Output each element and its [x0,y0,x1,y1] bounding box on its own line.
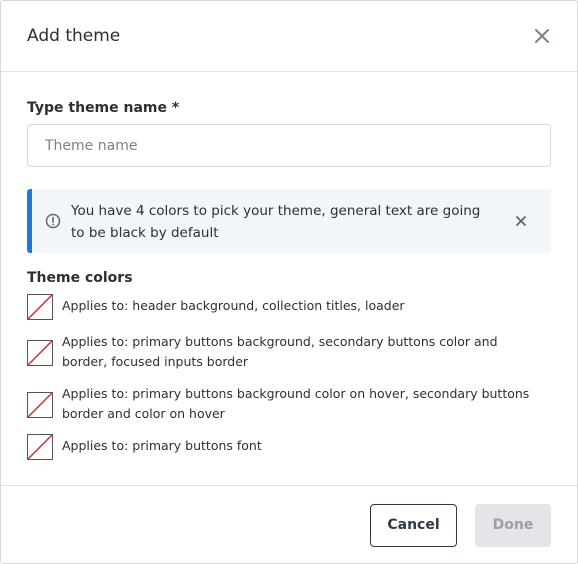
dialog-header: Add theme [1,1,577,72]
theme-color-description: Applies to: primary buttons background c… [62,386,530,421]
theme-color-description: Applies to: header background, collectio… [62,298,405,313]
theme-name-input[interactable] [27,124,551,167]
info-circle-icon [45,213,61,229]
theme-color-description: Applies to: primary buttons font [62,438,262,453]
no-color-icon [28,435,52,459]
theme-color-description: Applies to: primary buttons background, … [62,334,498,369]
theme-color-row: Applies to: primary buttons font [27,434,551,460]
theme-color-row: Applies to: header background, collectio… [27,294,551,320]
color-swatch-1[interactable] [27,294,53,320]
close-icon [535,29,549,43]
cancel-button[interactable]: Cancel [370,503,457,547]
dialog-body: Type theme name * You have 4 colors to p… [1,72,577,460]
no-color-icon [28,341,52,365]
theme-color-row: Applies to: primary buttons background c… [27,382,551,424]
info-banner: You have 4 colors to pick your theme, ge… [27,189,551,253]
no-color-icon [28,393,52,417]
theme-color-row: Applies to: primary buttons background, … [27,330,551,372]
theme-colors-label: Theme colors [27,270,133,286]
color-swatch-3[interactable] [27,392,53,418]
dialog-title: Add theme [27,26,121,46]
color-swatch-4[interactable] [27,434,53,460]
color-swatch-2[interactable] [27,340,53,366]
dialog-footer: Cancel Done [1,485,577,564]
no-color-icon [28,295,52,319]
theme-name-label: Type theme name * [27,100,180,116]
info-banner-text: You have 4 colors to pick your theme, ge… [71,203,481,241]
close-icon[interactable] [515,215,527,227]
done-button[interactable]: Done [475,503,551,547]
close-dialog-button[interactable] [533,27,551,45]
add-theme-dialog: Add theme Type theme name * You have 4 c… [0,0,578,564]
